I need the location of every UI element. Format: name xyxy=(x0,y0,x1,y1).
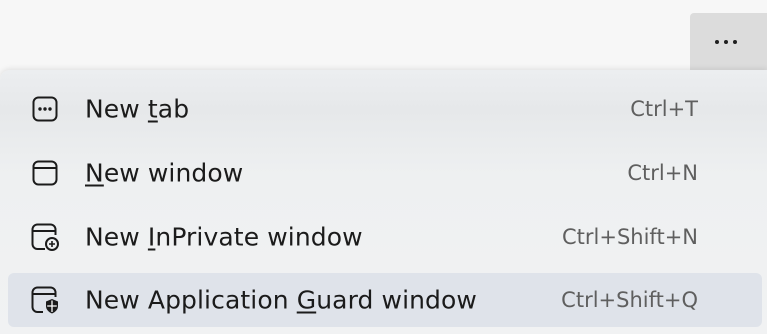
menu-item-new-window[interactable]: New window Ctrl+N xyxy=(8,146,762,200)
new-window-icon xyxy=(29,157,61,189)
toolbar xyxy=(0,0,767,72)
menu-item-new-inprivate-window[interactable]: New InPrivate window Ctrl+Shift+N xyxy=(8,210,762,264)
ellipsis-icon-dot xyxy=(723,40,728,44)
ellipsis-icon-dot xyxy=(732,40,737,44)
menu-item-shortcut: Ctrl+Shift+Q xyxy=(561,288,698,312)
inprivate-window-icon xyxy=(29,221,61,253)
ellipsis-icon-dot xyxy=(714,40,719,44)
settings-and-more-menu: New tab Ctrl+T New window Ctrl+N New InP… xyxy=(0,70,767,334)
new-tab-icon xyxy=(29,93,61,125)
menu-item-new-application-guard-window[interactable]: New Application Guard window Ctrl+Shift+… xyxy=(8,273,762,327)
menu-item-shortcut: Ctrl+Shift+N xyxy=(562,225,698,249)
menu-item-label: New tab xyxy=(85,94,190,124)
menu-item-shortcut: Ctrl+T xyxy=(630,97,698,121)
menu-item-label: New Application Guard window xyxy=(85,285,477,315)
menu-item-shortcut: Ctrl+N xyxy=(627,161,698,185)
menu-item-new-tab[interactable]: New tab Ctrl+T xyxy=(8,82,762,136)
menu-item-label: New InPrivate window xyxy=(85,222,363,252)
settings-and-more-button[interactable] xyxy=(690,13,767,71)
application-guard-icon xyxy=(29,284,61,316)
menu-item-label: New window xyxy=(85,158,244,188)
